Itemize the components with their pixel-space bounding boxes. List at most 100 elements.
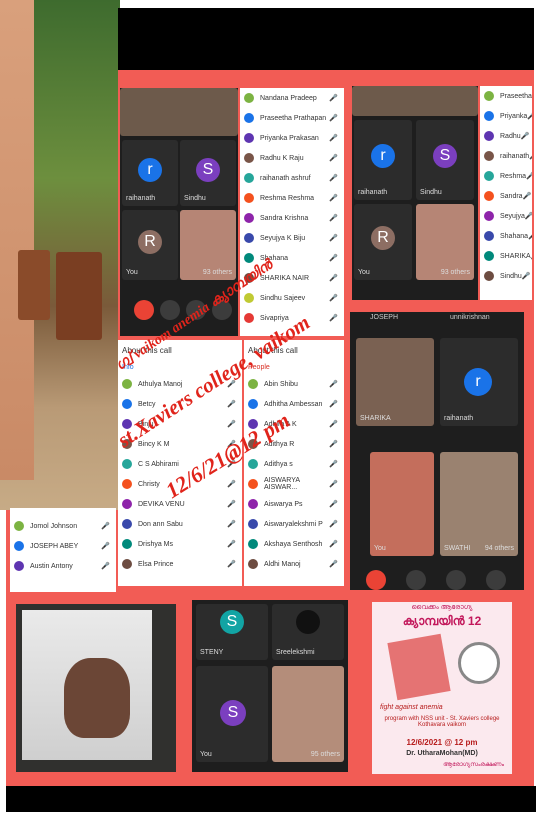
list-item[interactable]: Jomol Johnson 🎤 [10,516,116,536]
avatar [244,133,254,143]
list-item[interactable]: Praseetha🎤 [480,86,532,106]
avatar [244,93,254,103]
avatar [248,459,258,469]
tile-name: You [126,269,138,276]
list-item[interactable]: Aldhi Manoj 🎤 [244,554,344,574]
list-item[interactable]: Adithya s 🎤 [244,454,344,474]
video-tile-you[interactable]: R You [122,210,178,280]
mic-icon: 🎤 [531,252,532,260]
video-tile-bottom-left[interactable] [16,604,176,772]
list-item[interactable]: Don ann Sabu 🎤 [118,514,242,534]
mic-icon: 🎤 [329,401,338,408]
avatar [244,113,254,123]
end-call-button[interactable] [366,570,386,590]
video-tile-swathi[interactable]: SWATHI 94 others [440,452,518,556]
list-item[interactable]: Akshaya Senthosh 🎤 [244,534,344,554]
list-item-label: Adhitha Ambessan [264,400,323,408]
avatar [244,233,254,243]
list-item[interactable]: Sandra Krishna 🎤 [240,208,344,228]
list-item[interactable]: Sindhu Sajeev 🎤 [240,288,344,308]
more-button[interactable] [486,570,506,590]
list-item[interactable]: SHARIKA🎤 [480,246,532,266]
list-item[interactable]: Praseetha Prathapan 🎤 [240,108,344,128]
avatar [248,519,258,529]
video-tile-raihanath[interactable]: r raihanath [354,120,412,200]
list-item-label: Praseetha [500,92,532,100]
list-item-label: Austin Antony [30,562,73,570]
list-item[interactable]: Reshma 🎤 [480,166,532,186]
list-item-label: Reshma Reshma [260,194,315,202]
video-tile-sindhu[interactable]: S Sindhu [180,140,236,206]
list-item[interactable]: Aiswarya Ps 🎤 [244,494,344,514]
tile-name: You [358,269,370,276]
video-tile-top[interactable] [120,88,238,136]
list-item[interactable]: AISWARYA AISWAR... 🎤 [244,474,344,494]
video-tile-raihanath[interactable]: r raihanath [122,140,178,206]
list-item[interactable]: Elsa Prince 🎤 [118,554,242,574]
avatar [248,479,258,489]
list-item-label: Sindhu Sajeev [260,294,306,302]
avatar [484,171,494,181]
poster-program: program with NSS unit - St. Xaviers coll… [384,716,500,728]
video-tile-steny[interactable]: S STENY [196,604,268,660]
mic-icon: 🎤 [329,481,338,488]
list-item-label: Praseetha Prathapan [260,114,327,122]
list-item-label: Don ann Sabu [138,520,183,528]
list-item[interactable]: raihanath🎤 [480,146,532,166]
video-tile-you[interactable]: You [370,452,434,556]
list-item[interactable]: Reshma Reshma 🎤 [240,188,344,208]
list-item-label: Reshma [500,172,527,180]
avatar [244,193,254,203]
list-item[interactable]: Sandra 🎤 [480,186,532,206]
mic-icon: 🎤 [101,543,110,550]
list-item-label: Aiswaryalekshmi P [264,520,323,528]
list-item[interactable]: Radhu 🎤 [480,126,532,146]
poster-doctor: Dr. UtharaMohan(MD) [406,750,478,757]
video-tile-others[interactable]: 93 others [416,204,474,280]
video-tile-you[interactable]: R You [354,204,412,280]
mic-icon: 🎤 [329,175,338,182]
list-item[interactable]: Adhitha Ambessan 🎤 [244,394,344,414]
list-item-label: C S Abhirami [138,460,179,468]
list-item[interactable]: Priyanka Prakasan 🎤 [240,128,344,148]
video-tile-raihanath[interactable]: r raihanath [440,338,518,426]
list-item[interactable]: Seyujya K Biju 🎤 [240,228,344,248]
video-tile-top[interactable] [352,86,478,116]
mic-icon: 🎤 [329,315,338,322]
tile-name: SHARIKA [360,415,391,422]
list-item[interactable]: Radhu K Raju 🎤 [240,148,344,168]
mic-button[interactable] [406,570,426,590]
mic-icon: 🎤 [526,173,532,180]
tile-label-joseph: JOSEPH [370,314,399,321]
list-item[interactable]: Priyanka 🎤 [480,106,532,126]
list-item-label: Jomol Johnson [30,522,78,530]
video-tile-others[interactable]: 93 others [180,210,236,280]
tile-name: You [200,751,212,758]
video-tile-you[interactable]: S You [196,666,268,762]
video-tile-sindhu[interactable]: S Sindhu [416,120,474,200]
list-item-label: Athulya Manoj [138,380,183,388]
mic-icon: 🎤 [329,501,338,508]
list-item[interactable]: raihanath ashruf 🎤 [240,168,344,188]
clock-icon [458,642,500,684]
tile-name: Sreelekshmi [276,649,315,656]
list-item[interactable]: Austin Antony 🎤 [10,556,116,576]
avatar [14,561,24,571]
list-item[interactable]: Sindhu 🎤 [480,266,532,286]
video-tile-sreelekshmi[interactable]: Sreelekshmi [272,604,344,660]
poster-footer: ആരോഗ്യസംരക്ഷണം [443,762,504,768]
list-item[interactable]: JOSEPH ABEY 🎤 [10,536,116,556]
list-item[interactable]: Shahana🎤 [480,226,532,246]
video-tile-others[interactable]: 95 others [272,666,344,762]
list-item[interactable]: Abin Shibu 🎤 [244,374,344,394]
end-call-button[interactable] [134,300,154,320]
video-tile-sharika[interactable]: SHARIKA [356,338,434,426]
list-item[interactable]: Nandana Pradeep 🎤 [240,88,344,108]
list-item[interactable]: Seyujya 🎤 [480,206,532,226]
camera-button[interactable] [446,570,466,590]
avatar: R [138,230,162,254]
list-item[interactable]: Aiswaryalekshmi P 🎤 [244,514,344,534]
list-item[interactable]: Drishya Ms 🎤 [118,534,242,554]
tile-name: Sindhu [184,195,206,202]
mic-icon: 🎤 [520,133,530,140]
